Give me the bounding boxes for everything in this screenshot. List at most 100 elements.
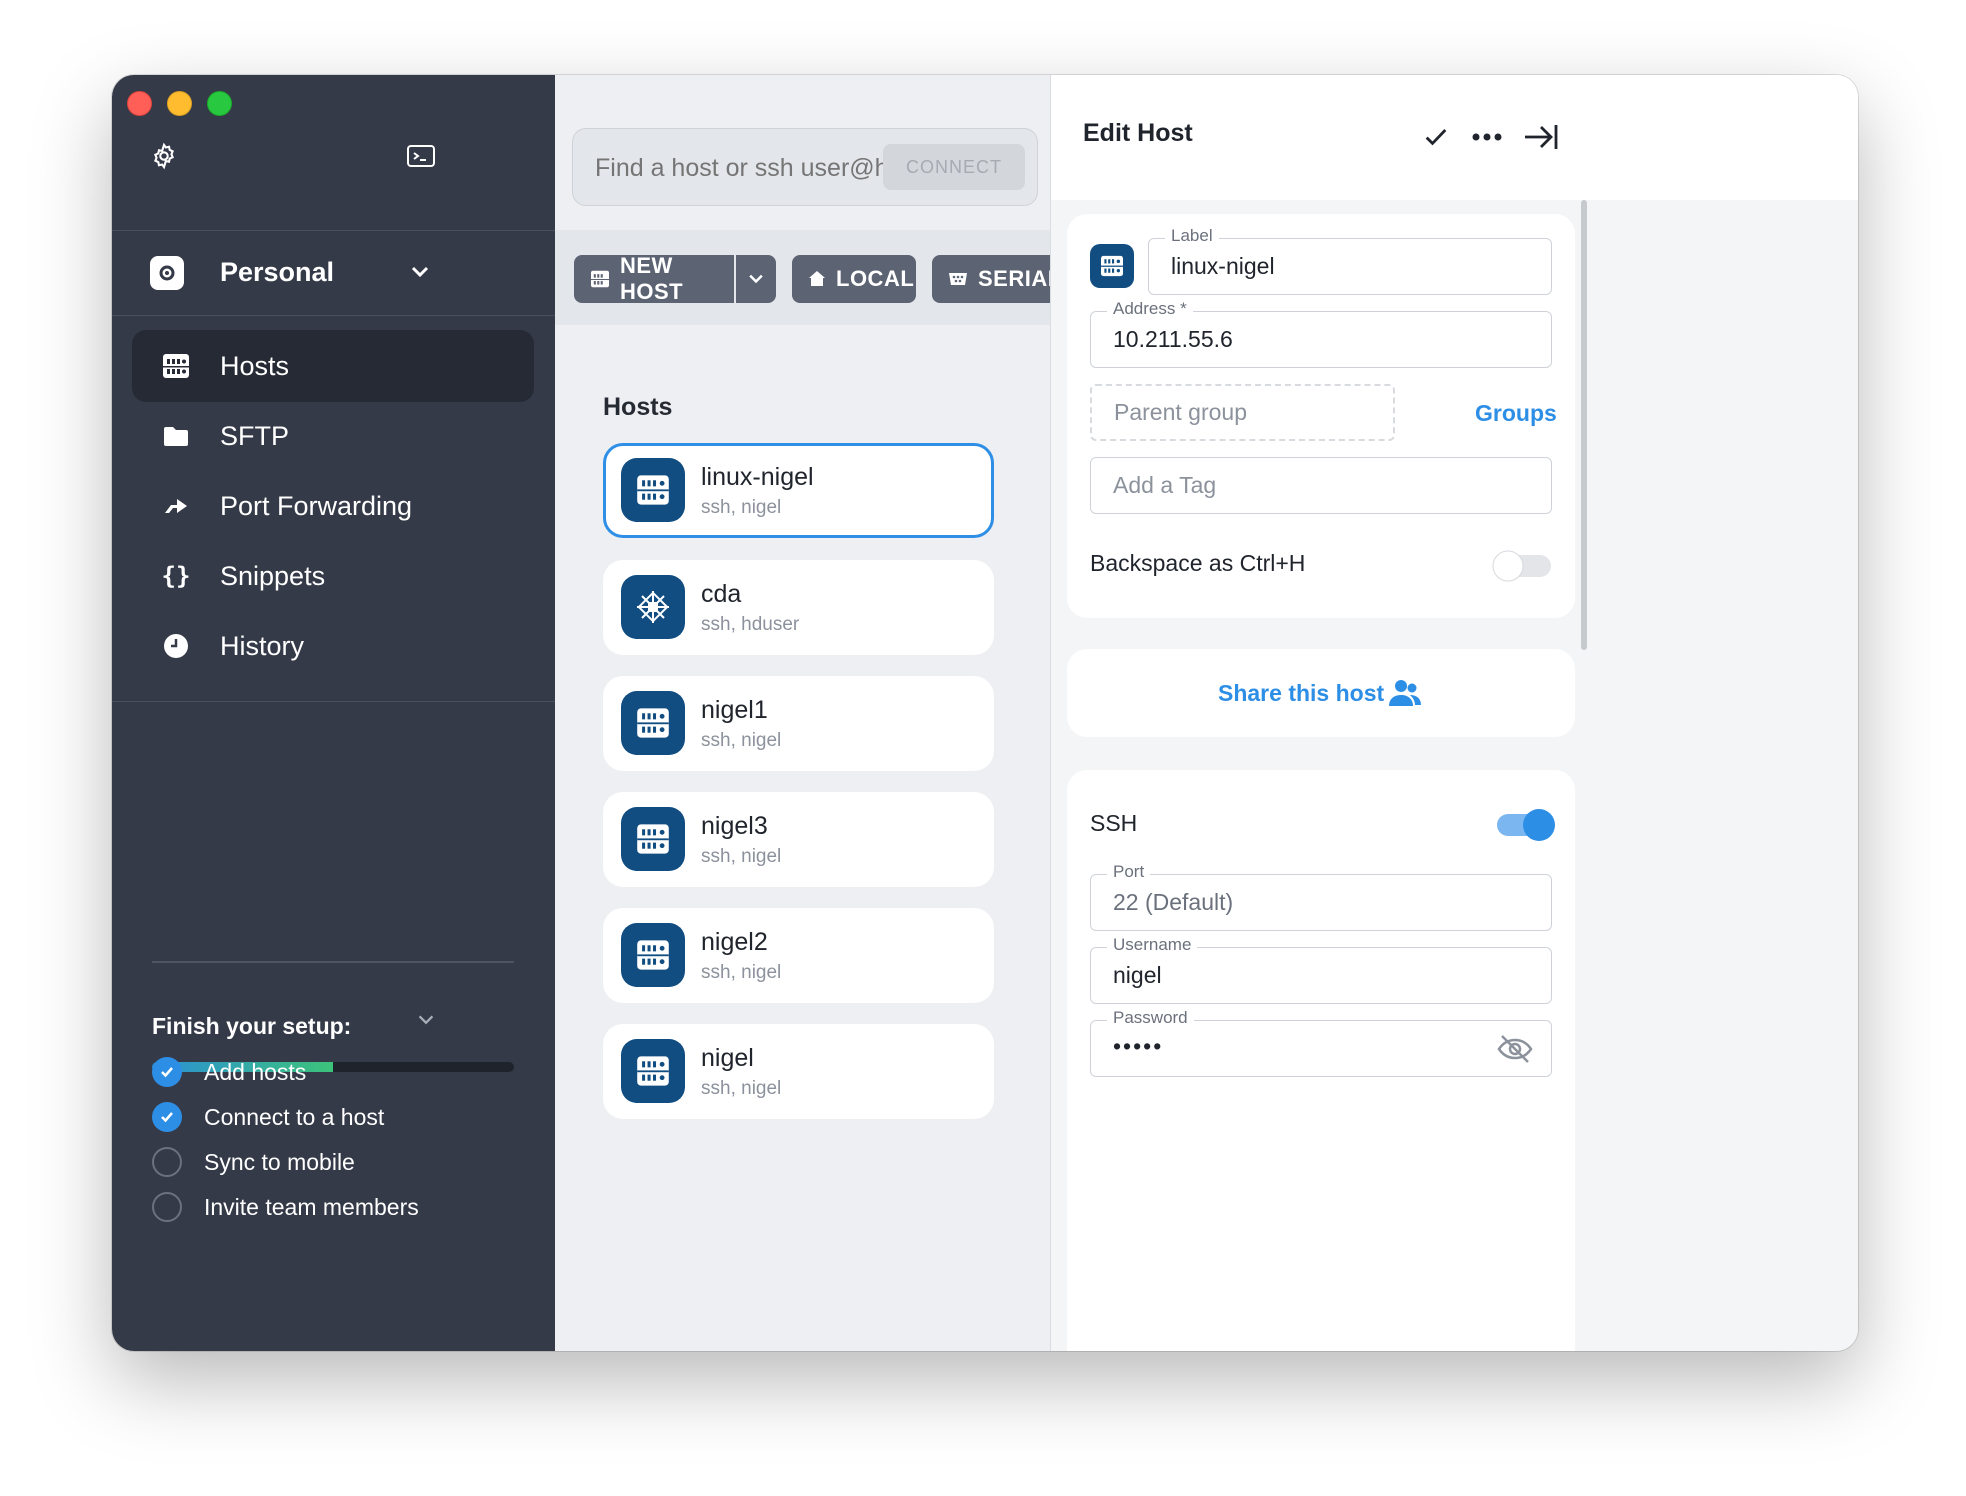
local-terminal-button[interactable]: LOCAL	[792, 255, 916, 303]
vault-selector[interactable]: Personal	[112, 230, 555, 315]
setup-title: Finish your setup:	[152, 1013, 352, 1039]
setup-item-add-hosts[interactable]: Add hosts	[152, 1055, 306, 1089]
tag-field[interactable]: Add a Tag	[1090, 457, 1552, 514]
server-icon	[621, 691, 685, 755]
host-card[interactable]: linux-nigel ssh, nigel	[603, 443, 994, 538]
backspace-toggle[interactable]	[1491, 549, 1553, 588]
setup-item-label: Connect to a host	[204, 1103, 385, 1130]
port-placeholder: 22 (Default)	[1113, 889, 1234, 915]
setup-item-label: Sync to mobile	[204, 1148, 355, 1175]
nav-item-port-forwarding[interactable]: Port Forwarding	[132, 470, 534, 542]
chevron-down-icon	[746, 269, 766, 289]
edit-host-header: Edit Host	[1051, 75, 1858, 200]
host-card[interactable]: nigel3 ssh, nigel	[603, 792, 994, 887]
save-check-icon[interactable]	[1416, 117, 1456, 157]
divider	[152, 961, 514, 963]
groups-link[interactable]: Groups	[1475, 400, 1557, 427]
search-input[interactable]	[593, 129, 917, 207]
nav-label: SFTP	[220, 420, 290, 451]
setup-item-invite-team[interactable]: Invite team members	[152, 1190, 419, 1224]
settings-gear-icon[interactable]	[146, 138, 182, 174]
search-bar: CONNECT	[572, 128, 1038, 207]
host-card[interactable]: cda ssh, hduser	[603, 560, 994, 655]
close-panel-arrow-icon[interactable]	[1521, 117, 1561, 157]
host-name: nigel2	[701, 928, 768, 956]
host-name: cda	[701, 580, 742, 608]
server-icon	[590, 270, 610, 288]
new-host-dropdown-button[interactable]	[736, 255, 776, 303]
connect-button[interactable]: CONNECT	[883, 144, 1025, 190]
nav-item-sftp[interactable]: SFTP	[132, 400, 534, 472]
nav-item-history[interactable]: History	[132, 610, 534, 682]
terminal-icon[interactable]	[403, 138, 439, 174]
vault-icon	[150, 255, 184, 290]
host-subtitle: ssh, nigel	[701, 730, 782, 751]
setup-collapse-chevron-icon[interactable]	[415, 1009, 437, 1036]
port-caption: Port	[1107, 862, 1151, 882]
host-name: linux-nigel	[701, 463, 814, 491]
server-icon	[621, 923, 685, 987]
host-subtitle: ssh, nigel	[701, 497, 782, 518]
host-subtitle: ssh, nigel	[701, 1078, 782, 1099]
checkmark-icon	[152, 1057, 182, 1087]
host-subtitle: ssh, nigel	[701, 962, 782, 983]
empty-circle-icon	[152, 1192, 182, 1222]
serial-button[interactable]: SERIAL	[932, 255, 1050, 303]
ssh-label: SSH	[1090, 810, 1138, 836]
share-host-label: Share this host	[1218, 680, 1385, 706]
scrollbar[interactable]	[1581, 200, 1587, 650]
nav-label: Hosts	[220, 350, 290, 381]
host-subtitle: ssh, hduser	[701, 614, 800, 635]
edit-host-panel: Edit Host Label linux-nigel Address * 10…	[1051, 75, 1858, 1351]
username-field[interactable]: Username nigel	[1090, 935, 1552, 1004]
nav-label: History	[220, 630, 305, 661]
minimize-window-button[interactable]	[167, 91, 192, 116]
password-value: •••••	[1113, 1033, 1164, 1059]
ssh-section: SSH Port 22 (Default) Username nigel Pas…	[1067, 770, 1575, 1351]
host-card[interactable]: nigel2 ssh, nigel	[603, 908, 994, 1003]
clock-icon	[160, 630, 192, 662]
zoom-window-button[interactable]	[207, 91, 232, 116]
server-icon	[1090, 244, 1134, 288]
hosts-panel: CONNECT NEW HOST LOCAL SERIAL Hosts	[555, 75, 1051, 1351]
nav-item-hosts[interactable]: Hosts	[132, 330, 534, 402]
backspace-label: Backspace as Ctrl+H	[1090, 550, 1306, 576]
hosts-section-title: Hosts	[603, 393, 673, 421]
share-host-button[interactable]: Share this host	[1067, 649, 1575, 737]
label-field[interactable]: Label linux-nigel	[1148, 226, 1552, 295]
nav-item-snippets[interactable]: {} Snippets	[132, 540, 534, 612]
vault-name: Personal	[220, 257, 335, 287]
server-icon	[621, 1039, 685, 1103]
label-caption: Label	[1165, 226, 1219, 246]
host-subtitle: ssh, nigel	[701, 846, 782, 867]
username-caption: Username	[1107, 935, 1198, 955]
setup-item-sync-mobile[interactable]: Sync to mobile	[152, 1145, 355, 1179]
ssh-toggle[interactable]	[1495, 807, 1557, 848]
parent-group-field[interactable]: Parent group	[1090, 384, 1395, 441]
host-name: nigel3	[701, 812, 768, 840]
eye-off-icon[interactable]	[1497, 1033, 1533, 1070]
setup-item-connect[interactable]: Connect to a host	[152, 1100, 384, 1134]
server-icon	[621, 807, 685, 871]
host-card[interactable]: nigel ssh, nigel	[603, 1024, 994, 1119]
nav-label: Port Forwarding	[220, 490, 413, 521]
serial-label: SERIAL	[978, 266, 1050, 291]
more-options-icon[interactable]	[1467, 117, 1507, 157]
sidebar: Personal Hosts SFTP Port Forwarding {} S…	[112, 75, 555, 1351]
address-field[interactable]: Address * 10.211.55.6	[1090, 299, 1552, 368]
setup-item-label: Add hosts	[204, 1058, 307, 1085]
arrow-forward-icon	[160, 490, 192, 522]
port-field[interactable]: Port 22 (Default)	[1090, 862, 1552, 931]
checkmark-icon	[152, 1102, 182, 1132]
close-window-button[interactable]	[127, 91, 152, 116]
divider	[112, 315, 555, 316]
new-host-button[interactable]: NEW HOST	[574, 253, 734, 304]
users-icon	[1388, 678, 1422, 713]
tag-placeholder: Add a Tag	[1113, 472, 1217, 498]
hosts-toolbar: NEW HOST LOCAL SERIAL	[555, 230, 1050, 325]
host-card[interactable]: nigel1 ssh, nigel	[603, 676, 994, 771]
address-value: 10.211.55.6	[1113, 326, 1233, 352]
password-field[interactable]: Password •••••	[1090, 1008, 1552, 1077]
serial-port-icon	[948, 271, 968, 287]
local-label: LOCAL	[836, 266, 915, 291]
